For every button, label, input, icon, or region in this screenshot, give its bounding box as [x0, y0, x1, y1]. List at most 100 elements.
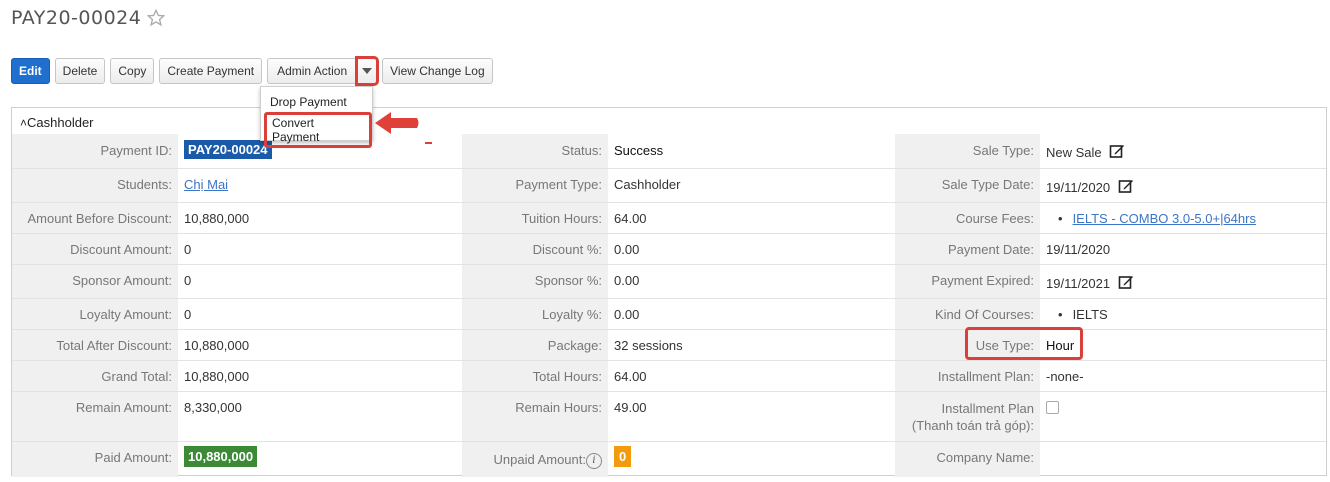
- view-change-log-button[interactable]: View Change Log: [382, 58, 493, 84]
- field-label: Unpaid Amount:: [493, 452, 586, 467]
- installment-checkbox-cell: [1040, 392, 1326, 442]
- detail-row: Remain Amount: 8,330,000 Remain Hours: 4…: [12, 391, 1326, 442]
- copy-button[interactable]: Copy: [110, 58, 155, 84]
- loyalty-amount-value: 0: [184, 307, 192, 322]
- payment-date-value: 19/11/2020: [1046, 242, 1111, 257]
- detail-row: Students: Chị Mai Payment Type: Cashhold…: [12, 168, 1326, 203]
- installment-plan-checkbox[interactable]: [1046, 401, 1059, 414]
- detail-row: Payment ID: PAY20-00024 Status: Success …: [12, 134, 1326, 168]
- installment-plan-value: -none-: [1046, 369, 1084, 384]
- field-label: Kind Of Courses:: [895, 299, 1040, 330]
- field-label: Paid Amount:: [12, 442, 178, 477]
- student-link[interactable]: Chị Mai: [184, 177, 228, 192]
- field-label: Discount Amount:: [12, 234, 178, 265]
- discount-percent-value: 0.00: [614, 242, 640, 257]
- field-label: Total Hours:: [462, 361, 608, 392]
- course-fees-cell: IELTS - COMBO 3.0-5.0+|64hrs: [1040, 203, 1326, 234]
- edit-icon[interactable]: [1118, 178, 1134, 194]
- detail-row: Total After Discount: 10,880,000 Package…: [12, 329, 1326, 361]
- payment-type-value: Cashholder: [614, 177, 681, 192]
- total-hours-value: 64.00: [614, 369, 647, 384]
- remain-amount-value: 8,330,000: [184, 400, 242, 415]
- loyalty-percent-value: 0.00: [614, 307, 640, 322]
- menu-item-convert-payment[interactable]: Convert Payment: [264, 112, 372, 148]
- detail-row: Sponsor Amount: 0 Sponsor %: 0.00 Paymen…: [12, 264, 1326, 299]
- sale-type-date-cell: 19/11/2020: [1040, 169, 1326, 203]
- edit-icon[interactable]: [1109, 143, 1125, 159]
- menu-item-drop-payment[interactable]: Drop Payment: [270, 95, 347, 109]
- star-icon[interactable]: [147, 9, 166, 27]
- detail-row: Paid Amount: 10,880,000 Unpaid Amount: i …: [12, 441, 1326, 477]
- sale-type-cell: New Sale: [1040, 134, 1326, 168]
- package-value: 32 sessions: [614, 338, 683, 353]
- field-label: Payment Type:: [462, 169, 608, 203]
- admin-action-dropdown-toggle[interactable]: [355, 56, 380, 86]
- detail-row: Loyalty Amount: 0 Loyalty %: 0.00 Kind O…: [12, 298, 1326, 330]
- tuition-hours-value: 64.00: [614, 211, 647, 226]
- unpaid-amount-cell: 0: [608, 442, 895, 477]
- field-label: Remain Amount:: [12, 392, 178, 442]
- sponsor-amount-value: 0: [184, 273, 192, 288]
- sale-type-value: New Sale: [1046, 145, 1102, 160]
- action-toolbar: Edit Delete Copy Create Payment Admin Ac…: [11, 56, 498, 86]
- discount-amount-value: 0: [184, 242, 192, 257]
- field-label: Package:: [462, 330, 608, 361]
- kind-of-course-value: IELTS: [1072, 307, 1108, 322]
- payment-expired-value: 19/11/2021: [1046, 276, 1111, 291]
- field-label: Status:: [462, 134, 608, 168]
- field-label: Sponsor %:: [462, 265, 608, 299]
- cashholder-panel: ˄Cashholder Payment ID: PAY20-00024 Stat…: [11, 107, 1327, 477]
- paid-amount-cell: 10,880,000: [178, 442, 462, 477]
- status-value: Success: [614, 143, 664, 158]
- admin-action-button[interactable]: Admin Action: [267, 58, 358, 84]
- total-after-discount-value: 10,880,000: [184, 338, 250, 353]
- payment-id-badge: PAY20-00024: [184, 140, 272, 159]
- use-type-highlight: [965, 327, 1083, 360]
- field-label: Tuition Hours:: [462, 203, 608, 234]
- page-header: PAY20-00024: [11, 5, 166, 31]
- field-label: Sale Type Date:: [895, 169, 1040, 203]
- remain-hours-value: 49.00: [614, 400, 647, 415]
- detail-row: Grand Total: 10,880,000 Total Hours: 64.…: [12, 360, 1326, 392]
- field-label: Students:: [12, 169, 178, 203]
- company-name-value: [1040, 442, 1326, 477]
- field-label: Sale Type:: [895, 134, 1040, 168]
- edit-icon[interactable]: [1118, 274, 1134, 290]
- edit-button[interactable]: Edit: [11, 58, 50, 84]
- admin-action-menu: Drop Payment Convert Payment: [260, 86, 373, 148]
- paid-amount-badge: 10,880,000: [184, 446, 258, 467]
- field-label: Course Fees:: [895, 203, 1040, 234]
- field-label: Sponsor Amount:: [12, 265, 178, 299]
- field-label: Installment Plan:: [895, 361, 1040, 392]
- panel-header[interactable]: ˄Cashholder: [20, 115, 94, 130]
- amount-before-discount-value: 10,880,000: [184, 211, 250, 226]
- field-label: Payment ID:: [12, 134, 178, 168]
- field-label: Payment Date:: [895, 234, 1040, 265]
- delete-button[interactable]: Delete: [54, 58, 106, 84]
- create-payment-button[interactable]: Create Payment: [159, 58, 263, 84]
- annotation-arrow-icon: [375, 112, 419, 134]
- sale-type-date-value: 19/11/2020: [1046, 180, 1111, 195]
- info-icon[interactable]: i: [586, 453, 602, 469]
- field-label: Loyalty %:: [462, 299, 608, 330]
- field-label: Total After Discount:: [12, 330, 178, 361]
- installment-plan-label-cell: Installment Plan (Thanh toán trả góp):: [895, 392, 1040, 442]
- page-title: PAY20-00024: [11, 7, 142, 29]
- field-label: Grand Total:: [12, 361, 178, 392]
- field-label: Amount Before Discount:: [12, 203, 178, 234]
- field-label: Loyalty Amount:: [12, 299, 178, 330]
- field-label-sub: (Thanh toán trả góp):: [911, 418, 1034, 433]
- payment-expired-cell: 19/11/2021: [1040, 265, 1326, 299]
- field-label: Installment Plan: [941, 401, 1035, 416]
- sponsor-percent-value: 0.00: [614, 273, 640, 288]
- field-label: Remain Hours:: [462, 392, 608, 442]
- kind-of-courses-cell: IELTS: [1040, 299, 1326, 330]
- course-fee-link[interactable]: IELTS - COMBO 3.0-5.0+|64hrs: [1073, 211, 1256, 226]
- detail-row: Amount Before Discount: 10,880,000 Tuiti…: [12, 202, 1326, 234]
- grand-total-value: 10,880,000: [184, 369, 250, 384]
- field-label: Discount %:: [462, 234, 608, 265]
- caret-down-icon: [361, 68, 372, 74]
- unpaid-amount-badge: 0: [614, 446, 632, 467]
- collapse-icon: ˄: [20, 116, 28, 130]
- panel-title: Cashholder: [27, 115, 94, 130]
